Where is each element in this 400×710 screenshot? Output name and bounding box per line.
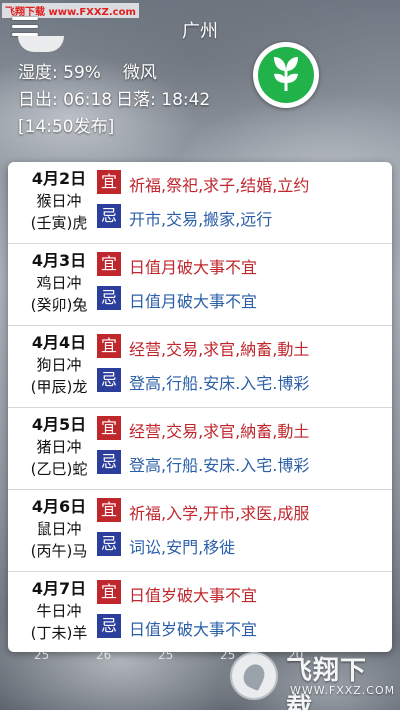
logo-url: WWW.FXXZ.COM xyxy=(290,684,396,697)
ji-badge: 忌 xyxy=(97,368,121,392)
almanac-list: 4月2日 猴日冲 (壬寅)虎 宜 祈福,祭祀,求子,结婚,立约 忌 开市,交易,… xyxy=(8,162,392,652)
good-activities: 祈福,入学,开市,求医,成服 xyxy=(129,504,310,523)
date: 4月2日 xyxy=(31,169,87,188)
date: 4月4日 xyxy=(31,333,87,352)
good-activities: 日值月破大事不宜 xyxy=(129,258,258,277)
ji-badge: 忌 xyxy=(97,204,121,228)
logo-icon xyxy=(230,652,278,700)
bad-activities: 词讼,安門,移徙 xyxy=(129,538,236,557)
bad-activities: 开市,交易,搬家,远行 xyxy=(129,210,273,229)
ji-badge: 忌 xyxy=(97,614,121,638)
ganzhi-text: (丁未)羊 xyxy=(30,624,88,642)
humidity-text: 湿度: 59% xyxy=(18,63,101,83)
ganzhi-text: (癸卯)兔 xyxy=(30,296,88,314)
sunrise-text: 日出: 06:18 xyxy=(18,90,113,110)
ji-badge: 忌 xyxy=(97,286,121,310)
list-item[interactable]: 4月2日 猴日冲 (壬寅)虎 宜 祈福,祭祀,求子,结婚,立约 忌 开市,交易,… xyxy=(8,162,392,244)
forecast-temp: 26 xyxy=(96,648,112,662)
yi-badge: 宜 xyxy=(97,334,121,358)
yi-badge: 宜 xyxy=(97,252,121,276)
clash-text: 猴日冲 xyxy=(36,192,82,210)
list-item[interactable]: 4月5日 猪日冲 (乙巳)蛇 宜 经营,交易,求官,納畜,動土 忌 登高,行船.… xyxy=(8,408,392,490)
clash-text: 狗日冲 xyxy=(36,356,82,374)
yi-badge: 宜 xyxy=(97,170,121,194)
ji-badge: 忌 xyxy=(97,532,121,556)
clash-text: 牛日冲 xyxy=(36,602,82,620)
list-item[interactable]: 4月4日 狗日冲 (甲辰)龙 宜 经营,交易,求官,納畜,動土 忌 登高,行船.… xyxy=(8,326,392,408)
clash-text: 鼠日冲 xyxy=(36,520,82,538)
date: 4月7日 xyxy=(31,579,87,598)
forecast-temp: 25 xyxy=(158,648,174,662)
publish-time: [14:50发布] xyxy=(18,117,115,137)
ganzhi-text: (乙巳)蛇 xyxy=(30,460,88,478)
good-activities: 经营,交易,求官,納畜,動土 xyxy=(129,422,310,441)
good-activities: 祈福,祭祀,求子,结婚,立约 xyxy=(129,176,310,195)
wind-text: 微风 xyxy=(122,63,157,83)
list-item[interactable]: 4月7日 牛日冲 (丁未)羊 宜 日值岁破大事不宜 忌 日值岁破大事不宜 xyxy=(8,572,392,652)
good-activities: 日值岁破大事不宜 xyxy=(129,586,258,605)
leaf-button[interactable] xyxy=(253,42,319,108)
site-logo: 飞翔下载 WWW.FXXZ.COM xyxy=(228,650,396,710)
date: 4月6日 xyxy=(31,497,87,516)
yi-badge: 宜 xyxy=(97,498,121,522)
sunset-text: 日落: 18:42 xyxy=(116,90,211,110)
ganzhi-text: (丙午)马 xyxy=(30,542,88,560)
bad-activities: 日值岁破大事不宜 xyxy=(129,620,258,639)
bad-activities: 登高,行船.安床.入宅.博彩 xyxy=(129,456,310,475)
yi-badge: 宜 xyxy=(97,580,121,604)
ganzhi-text: (甲辰)龙 xyxy=(30,378,88,396)
forecast-temp: 25 xyxy=(34,648,50,662)
nav-bar: 广州 xyxy=(0,0,400,56)
list-item[interactable]: 4月3日 鸡日冲 (癸卯)兔 宜 日值月破大事不宜 忌 日值月破大事不宜 xyxy=(8,244,392,326)
ganzhi-text: (壬寅)虎 xyxy=(30,214,88,232)
weather-info: 湿度: 59% 微风 日出: 06:18 日落: 18:42 [14:50发布] xyxy=(18,60,210,141)
ji-badge: 忌 xyxy=(97,450,121,474)
list-item[interactable]: 4月6日 鼠日冲 (丙午)马 宜 祈福,入学,开市,求医,成服 忌 词讼,安門,… xyxy=(8,490,392,572)
bad-activities: 登高,行船.安床.入宅.博彩 xyxy=(129,374,310,393)
leaf-icon xyxy=(258,47,314,103)
good-activities: 经营,交易,求官,納畜,動土 xyxy=(129,340,310,359)
clash-text: 鸡日冲 xyxy=(36,274,82,292)
clash-text: 猪日冲 xyxy=(36,438,82,456)
date: 4月5日 xyxy=(31,415,87,434)
bad-activities: 日值月破大事不宜 xyxy=(129,292,258,311)
date: 4月3日 xyxy=(31,251,87,270)
yi-badge: 宜 xyxy=(97,416,121,440)
logo-name: 飞翔下载 xyxy=(286,656,368,710)
